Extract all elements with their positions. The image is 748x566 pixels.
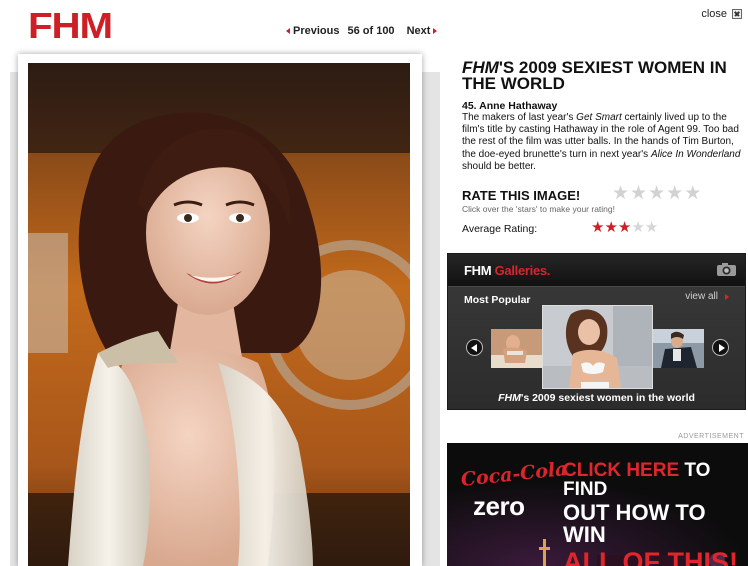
view-all-link[interactable]: view all bbox=[685, 291, 729, 302]
gallery-thumbnail-right-graphic bbox=[653, 329, 704, 368]
rate-star-1-icon[interactable]: ★ bbox=[612, 184, 629, 203]
film-title-get-smart: Get Smart bbox=[576, 112, 622, 123]
average-star-icon: ★ bbox=[644, 219, 659, 236]
page-title: FHM'S 2009 SEXIEST WOMEN IN THE WORLD bbox=[462, 58, 746, 93]
advertisement-banner[interactable]: Coca-Cola zero CLICK HERE TO FIND OUT HO… bbox=[447, 443, 748, 566]
rate-stars: ★ ★ ★ ★ ★ bbox=[612, 184, 701, 203]
gallery-thumbnail-featured-graphic bbox=[543, 306, 652, 388]
next-label: Next bbox=[406, 25, 431, 37]
galleries-title-brand: FHM bbox=[464, 263, 492, 278]
gallery-caption[interactable]: FHM's 2009 sexiest women in the world bbox=[448, 392, 745, 404]
advertisement-headline: CLICK HERE TO FIND OUT HOW TO WIN ALL OF… bbox=[563, 461, 743, 566]
rate-star-5-icon[interactable]: ★ bbox=[684, 184, 701, 203]
gallery-thumbnail-left[interactable] bbox=[491, 329, 542, 368]
most-popular-label: Most Popular bbox=[464, 294, 531, 306]
arrow-left-icon bbox=[286, 28, 290, 34]
rate-star-4-icon[interactable]: ★ bbox=[666, 184, 683, 203]
entry-body-part-1: The makers of last year's bbox=[462, 112, 577, 123]
close-label: close bbox=[701, 8, 727, 20]
galleries-header: FHM Galleries. bbox=[448, 254, 745, 287]
film-title-alice: Alice In Wonderland bbox=[650, 148, 741, 160]
gallery-caption-brand: FHM bbox=[498, 392, 521, 404]
main-photo-graphic bbox=[28, 63, 410, 566]
ad-line-2: OUT HOW TO WIN bbox=[563, 500, 706, 547]
close-button[interactable]: close bbox=[701, 8, 742, 20]
zero-logo: zero bbox=[473, 491, 525, 521]
close-icon bbox=[732, 9, 742, 19]
entry-description: The makers of last year's Get Smart cert… bbox=[462, 112, 746, 173]
view-all-label: view all bbox=[685, 291, 718, 302]
ad-click-here: CLICK HERE bbox=[563, 460, 680, 481]
next-button[interactable]: Next bbox=[407, 25, 438, 37]
ad-line-3: ALL OF THIS! bbox=[563, 547, 738, 566]
previous-button[interactable]: Previous bbox=[286, 25, 339, 37]
advertisement-label: ADVERTISEMENT bbox=[678, 433, 744, 440]
gallery-thumbnail-left-graphic bbox=[491, 329, 542, 368]
average-star-icon: ★ bbox=[604, 219, 618, 236]
previous-label: Previous bbox=[293, 25, 340, 37]
galleries-module: FHM Galleries. Most Popular view all FHM… bbox=[447, 253, 746, 410]
image-counter: 56 of 100 bbox=[347, 25, 395, 37]
rate-hint: Click over the 'stars' to make your rati… bbox=[462, 204, 615, 214]
rate-star-3-icon[interactable]: ★ bbox=[648, 184, 665, 203]
average-rating-label: Average Rating: bbox=[462, 223, 538, 235]
arrow-right-icon bbox=[433, 28, 438, 34]
average-rating-stars: ★ ★ ★ ★ ★ bbox=[591, 220, 658, 235]
gallery-thumbnail-right[interactable] bbox=[653, 329, 704, 368]
arrow-right-icon bbox=[725, 293, 729, 300]
average-star-icon: ★ bbox=[617, 219, 632, 236]
galleries-title[interactable]: FHM Galleries. bbox=[464, 263, 550, 278]
average-star-icon: ★ bbox=[591, 219, 605, 236]
fhm-logo[interactable]: FHM bbox=[28, 8, 113, 44]
gallery-caption-text: 's 2009 sexiest women in the world bbox=[520, 392, 695, 404]
headline-text: 'S 2009 SEXIEST WOMEN IN THE WORLD bbox=[462, 58, 727, 93]
entry-body-part-3: should be better. bbox=[462, 160, 536, 172]
camera-icon bbox=[717, 263, 736, 276]
galleries-title-word: Galleries. bbox=[494, 263, 551, 278]
gallery-prev-button[interactable] bbox=[466, 339, 483, 356]
image-pager: Previous 56 of 100 Next bbox=[286, 25, 438, 37]
entry-title: 45. Anne Hathaway bbox=[462, 100, 558, 112]
gallery-thumbnail-featured[interactable] bbox=[542, 305, 653, 389]
average-star-icon: ★ bbox=[631, 219, 645, 236]
ad-line-1: CLICK HERE TO FIND bbox=[563, 461, 743, 499]
gallery-next-button[interactable] bbox=[712, 339, 729, 356]
main-photo bbox=[28, 63, 410, 566]
rate-title: RATE THIS IMAGE! bbox=[462, 188, 581, 203]
rate-star-2-icon[interactable]: ★ bbox=[630, 184, 647, 203]
